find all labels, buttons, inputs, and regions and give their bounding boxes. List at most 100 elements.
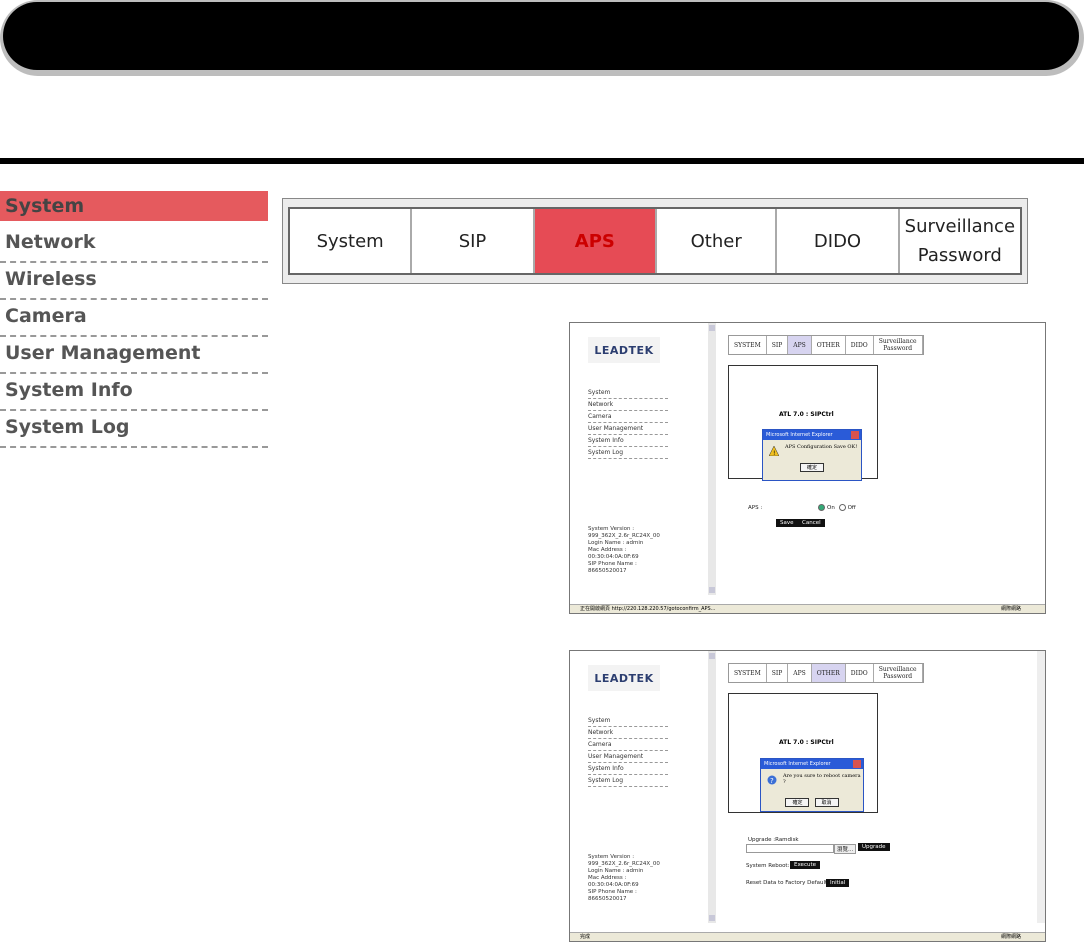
info-line: 999_362X_2.6r_RC24X_00: [588, 861, 660, 867]
upgrade-label: Upgrade :Ramdisk: [748, 837, 799, 843]
aps-label: APS :: [748, 505, 763, 511]
info-line: SIP Phone Name :: [588, 889, 637, 895]
reset-label: Reset Data to Factory Default:: [746, 880, 830, 886]
shot-tab-surveillance[interactable]: Surveillance Password: [874, 664, 923, 682]
info-line: 999_362X_2.6r_RC24X_00: [588, 533, 660, 539]
save-button[interactable]: Save: [776, 519, 798, 527]
dialog-title-text: Microsoft Internet Explorer: [764, 761, 831, 767]
shot-nav-item[interactable]: System Info: [588, 435, 668, 447]
info-line: 00:30:04:0A:0F:69: [588, 882, 639, 888]
page-scrollbar[interactable]: [1037, 651, 1045, 923]
screenshot-other: LEADTEK System Network Camera User Manag…: [569, 650, 1046, 942]
shot-nav-item[interactable]: Network: [588, 727, 668, 739]
tab-surveillance-password[interactable]: Surveillance Password: [900, 209, 1020, 273]
shot-system-info: System Version : 999_362X_2.6r_RC24X_00 …: [588, 854, 698, 903]
shot-nav-item[interactable]: Network: [588, 399, 668, 411]
info-line: SIP Phone Name :: [588, 561, 637, 567]
question-icon: ?: [767, 775, 777, 785]
radio-off[interactable]: [838, 504, 846, 511]
shot-tab-dido[interactable]: DIDO: [846, 336, 874, 354]
frame-scrollbar[interactable]: [708, 651, 716, 923]
info-line: Mac Address :: [588, 547, 627, 553]
info-line: System Version :: [588, 526, 635, 532]
tab-aps[interactable]: APS: [534, 209, 657, 273]
header-banner: [0, 0, 1084, 76]
tab-other[interactable]: Other: [657, 209, 778, 273]
status-text: 完成: [580, 934, 591, 940]
tab-bar-inner: System SIP APS Other DIDO Surveillance P…: [288, 207, 1022, 275]
radio-on[interactable]: [818, 504, 825, 511]
shot-tab-system[interactable]: SYSTEM: [729, 664, 767, 682]
shot-nav-item[interactable]: System: [588, 387, 668, 399]
radio-off-label: Off: [847, 505, 856, 511]
shot-nav-item[interactable]: Camera: [588, 739, 668, 751]
leadtek-logo: LEADTEK: [588, 337, 660, 363]
status-bar: 正在開啟網頁 http://220.128.220.57/gotoconfirm…: [570, 604, 1045, 613]
tab-dido[interactable]: DIDO: [777, 209, 900, 273]
panel-title: ATL 7.0 : SIPCtrl: [779, 739, 834, 746]
sidebar-item-system-info[interactable]: System Info: [0, 375, 268, 411]
ok-button[interactable]: 確定: [799, 463, 824, 472]
shot-nav: System Network Camera User Management Sy…: [588, 715, 668, 787]
dialog-title-text: Microsoft Internet Explorer: [766, 432, 833, 438]
zone-text: 網際網路: [1000, 606, 1021, 612]
sidebar-item-system[interactable]: System: [0, 191, 268, 221]
shot-nav-item[interactable]: System: [588, 715, 668, 727]
sidebar: System Network Wireless Camera User Mana…: [0, 191, 268, 449]
info-line: Login Name : admin: [588, 540, 644, 546]
frame-scrollbar[interactable]: [708, 323, 716, 595]
cancel-button[interactable]: 取消: [814, 798, 839, 807]
radio-on-label: On: [827, 505, 835, 511]
sidebar-item-wireless[interactable]: Wireless: [0, 264, 268, 300]
sidebar-item-system-log[interactable]: System Log: [0, 412, 268, 448]
svg-text:!: !: [773, 450, 775, 456]
sidebar-item-user-management[interactable]: User Management: [0, 338, 268, 374]
leadtek-logo: LEADTEK: [588, 665, 660, 691]
shot-tab-other[interactable]: OTHER: [812, 336, 846, 354]
upgrade-file-input[interactable]: [746, 844, 834, 853]
status-bar: 完成 網際網路: [570, 932, 1045, 941]
sidebar-item-network[interactable]: Network: [0, 227, 268, 263]
shot-tabs: SYSTEM SIP APS OTHER DIDO Surveillance P…: [728, 335, 924, 355]
shot-tab-sip[interactable]: SIP: [767, 664, 789, 682]
close-icon[interactable]: [853, 760, 861, 768]
ok-button[interactable]: 確定: [785, 798, 810, 807]
reboot-label: System Reboot:: [746, 863, 790, 869]
alert-dialog: Microsoft Internet Explorer ! APS Config…: [762, 429, 862, 481]
zone-text: 網際網路: [1000, 934, 1021, 940]
shot-nav-item[interactable]: User Management: [588, 423, 668, 435]
shot-tab-surveillance[interactable]: Surveillance Password: [874, 336, 923, 354]
cancel-button[interactable]: Cancel: [798, 519, 825, 527]
shot-tab-dido[interactable]: DIDO: [846, 664, 874, 682]
shot-tab-aps[interactable]: APS: [788, 664, 812, 682]
shot-nav-item[interactable]: System Log: [588, 775, 668, 787]
shot-tab-system[interactable]: SYSTEM: [729, 336, 767, 354]
confirm-dialog: Microsoft Internet Explorer ? Are you su…: [760, 758, 864, 812]
shot-tab-other[interactable]: OTHER: [811, 664, 846, 682]
execute-button[interactable]: Execute: [790, 861, 820, 869]
shot-tab-aps[interactable]: APS: [788, 336, 812, 354]
screenshot-aps: LEADTEK System Network Camera User Manag…: [569, 322, 1046, 614]
section-rule: [0, 158, 1084, 164]
warning-icon: !: [769, 446, 779, 456]
info-line: 86650520017: [588, 568, 627, 574]
tab-system[interactable]: System: [290, 209, 413, 273]
sidebar-item-camera[interactable]: Camera: [0, 301, 268, 337]
shot-nav-item[interactable]: Camera: [588, 411, 668, 423]
dialog-title: Microsoft Internet Explorer: [763, 430, 861, 440]
shot-system-info: System Version : 999_362X_2.6r_RC24X_00 …: [588, 526, 698, 575]
upgrade-button[interactable]: Upgrade: [858, 843, 890, 851]
dialog-title: Microsoft Internet Explorer: [761, 759, 863, 769]
info-line: 00:30:04:0A:0F:69: [588, 554, 639, 560]
close-icon[interactable]: [851, 431, 859, 439]
shot-nav-item[interactable]: System Info: [588, 763, 668, 775]
svg-text:?: ?: [770, 777, 774, 785]
shot-tab-sip[interactable]: SIP: [767, 336, 789, 354]
initial-button[interactable]: Initial: [826, 879, 850, 887]
shot-nav-item[interactable]: User Management: [588, 751, 668, 763]
shot-nav-item[interactable]: System Log: [588, 447, 668, 459]
shot-sidebar: LEADTEK System Network Camera User Manag…: [570, 323, 708, 595]
tab-sip[interactable]: SIP: [412, 209, 535, 273]
info-line: Mac Address :: [588, 875, 627, 881]
browse-button[interactable]: 瀏覽...: [834, 844, 857, 854]
